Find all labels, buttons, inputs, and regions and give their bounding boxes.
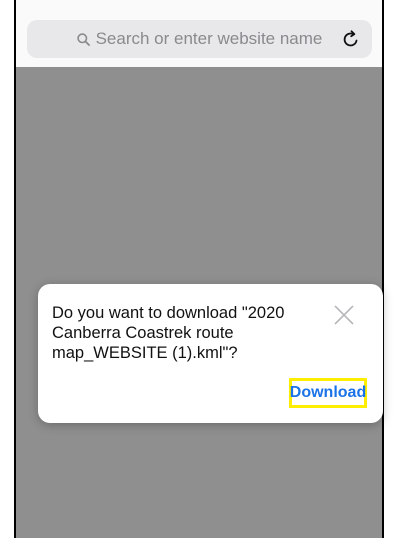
download-button[interactable]: Download xyxy=(289,378,367,408)
prompt-line: map_WEBSITE (1).kml"? xyxy=(52,344,238,362)
search-field[interactable]: Search or enter website name xyxy=(27,20,372,58)
download-button-label: Download xyxy=(289,384,367,401)
address-bar[interactable]: Search or enter website name xyxy=(27,20,372,58)
close-icon[interactable] xyxy=(333,304,355,326)
browser-frame: Search or enter website name Do you want… xyxy=(14,0,384,538)
download-prompt-text: Do you want to download "2020 Canberra C… xyxy=(52,303,322,363)
browser-toolbar: Search or enter website name xyxy=(16,0,382,67)
prompt-line: Canberra Coastrek route xyxy=(52,324,234,342)
search-placeholder: Search or enter website name xyxy=(95,29,323,48)
reload-icon[interactable] xyxy=(340,28,362,50)
prompt-line: Do you want to download "2020 xyxy=(52,304,285,322)
search-icon xyxy=(76,32,90,46)
download-dialog: Do you want to download "2020 Canberra C… xyxy=(38,284,383,423)
